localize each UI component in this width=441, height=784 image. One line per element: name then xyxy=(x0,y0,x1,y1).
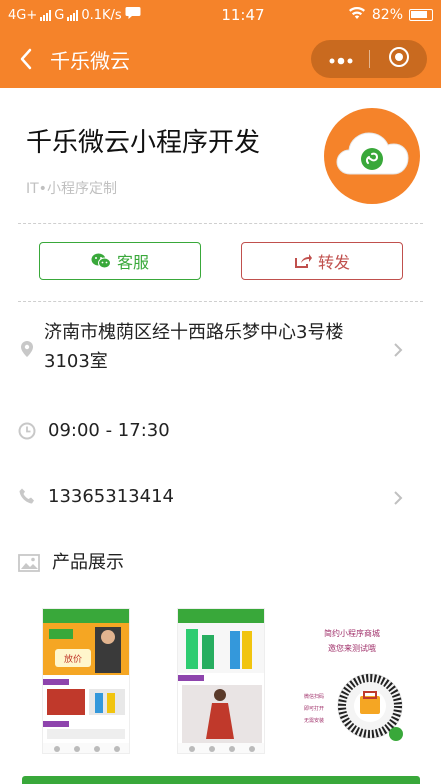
share-icon xyxy=(294,254,312,268)
more-icon xyxy=(329,57,352,64)
qr-side-1: 微信扫码 xyxy=(304,693,324,700)
wifi-icon xyxy=(348,6,366,24)
address-line-2: 3103室 xyxy=(44,351,108,372)
shop-tag: IT•小程序定制 xyxy=(26,181,117,197)
target-icon xyxy=(388,47,409,67)
customer-service-button[interactable]: 客服 xyxy=(39,242,201,280)
more-button[interactable] xyxy=(329,50,353,69)
nav-title: 千乐微云 xyxy=(50,48,130,73)
product-screenshot-2 xyxy=(178,609,264,753)
products-title: 产品展示 xyxy=(52,552,124,573)
cloud-logo-icon xyxy=(336,132,409,175)
qr-promo-line-1: 简约小程序商城 xyxy=(324,628,380,638)
nav-bar: 千乐微云 xyxy=(0,30,441,88)
message-icon xyxy=(125,6,141,24)
phone-number: 13365313414 xyxy=(48,486,174,507)
network-type-label: 4G+ xyxy=(8,7,38,23)
clock-icon xyxy=(18,422,36,440)
address-row[interactable]: 济南市槐荫区经十西路乐梦中心3号楼 3103室 xyxy=(0,318,441,380)
divider-top xyxy=(18,223,423,224)
shop-logo xyxy=(324,108,420,204)
shop-header: 千乐微云小程序开发 IT•小程序定制 xyxy=(0,88,441,223)
thumb-banner-text: 放价 xyxy=(64,653,82,665)
address-line-1: 济南市槐荫区经十西路乐梦中心3号楼 xyxy=(44,322,344,343)
share-label: 转发 xyxy=(317,253,350,272)
chevron-left-icon xyxy=(20,48,32,70)
status-bar: 4G+ G 0.1K/s 11:47 82% xyxy=(0,0,441,30)
product-thumbnail-3[interactable]: 简约小程序商城 邀您来测试哦 微信扫码 即可打开 无需安装 xyxy=(290,608,408,754)
phone-icon xyxy=(19,488,34,504)
hours-row: 09:00 - 17:30 xyxy=(0,416,441,446)
signal-icon xyxy=(40,9,52,21)
capsule-divider xyxy=(369,50,370,68)
qr-side-2: 即可打开 xyxy=(304,705,324,712)
network-speed: 0.1K/s xyxy=(81,7,122,23)
image-icon xyxy=(18,554,40,572)
customer-service-label: 客服 xyxy=(116,253,149,272)
shop-title: 千乐微云小程序开发 xyxy=(26,128,261,158)
bottom-action-bar[interactable] xyxy=(22,776,420,784)
battery-percent: 82% xyxy=(371,7,403,23)
products-header: 产品展示 xyxy=(0,548,441,578)
status-time: 11:47 xyxy=(221,6,265,24)
qr-promo-line-2: 邀您来测试哦 xyxy=(328,643,376,653)
business-hours: 09:00 - 17:30 xyxy=(48,420,170,441)
qr-promo-image: 简约小程序商城 邀您来测试哦 微信扫码 即可打开 无需安装 xyxy=(304,628,403,741)
status-left: 4G+ G 0.1K/s xyxy=(8,6,178,24)
qr-side-3: 无需安装 xyxy=(304,717,324,724)
product-thumbnail-1[interactable]: 放价 xyxy=(42,608,130,754)
location-pin-icon xyxy=(21,341,33,357)
wechat-icon xyxy=(91,253,111,269)
divider-bottom xyxy=(18,301,423,302)
phone-row[interactable]: 13365313414 xyxy=(0,482,441,512)
battery-icon xyxy=(409,9,433,21)
chevron-right-icon xyxy=(394,491,403,505)
signal-icon-2 xyxy=(67,9,79,21)
products-gallery: 放价 简约小程序商城 邀您来测试哦 微信扫码 即可打开 无需安装 xyxy=(0,598,441,784)
status-right: 82% xyxy=(348,6,433,24)
chevron-right-icon xyxy=(394,343,403,357)
close-miniprogram-button[interactable] xyxy=(388,46,410,72)
capsule-menu xyxy=(311,40,427,78)
back-button[interactable] xyxy=(14,47,38,71)
product-thumbnail-2[interactable] xyxy=(177,608,265,754)
product-screenshot-1: 放价 xyxy=(43,609,129,753)
network-type-2-label: G xyxy=(54,7,65,23)
share-button[interactable]: 转发 xyxy=(241,242,403,280)
